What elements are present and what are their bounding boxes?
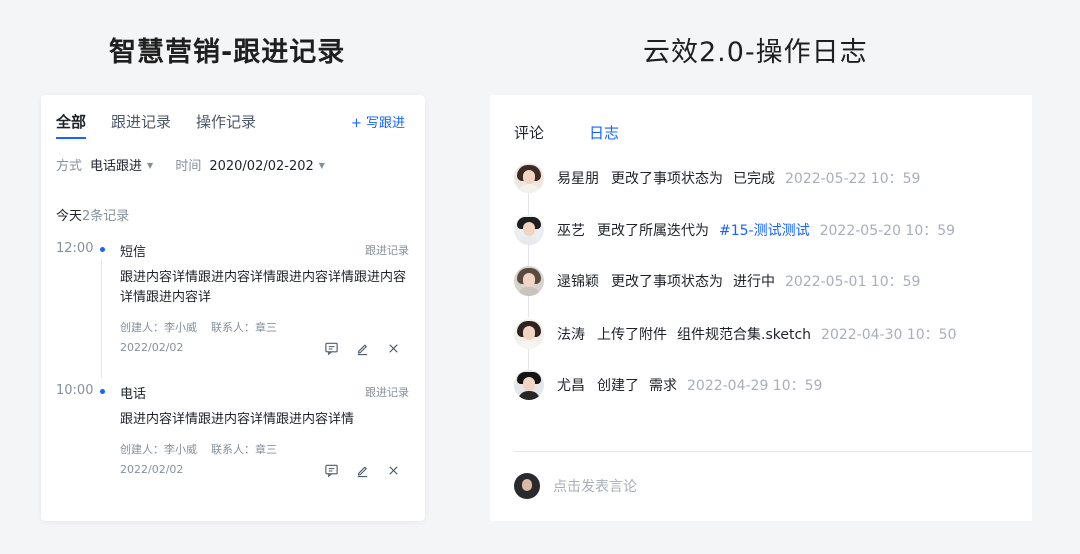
log-item: 逯锦颖 更改了事项状态为 进行中 2022-05-01 10：59 bbox=[514, 266, 920, 296]
entry-contact: 联系人：章三 bbox=[211, 321, 277, 334]
log-item: 法涛 上传了附件 组件规范合集.sketch 2022-04-30 10：50 bbox=[514, 319, 956, 349]
avatar bbox=[514, 319, 544, 349]
log-target: 组件规范合集.sketch bbox=[677, 327, 812, 343]
tab-operation-records[interactable]: 操作记录 bbox=[196, 111, 256, 132]
oplog-tabs: 评论 日志 bbox=[514, 122, 619, 143]
method-select[interactable]: 电话跟进 bbox=[90, 159, 142, 174]
timeline-line bbox=[528, 244, 529, 266]
entry-time: 12:00 bbox=[56, 241, 94, 256]
comment-icon[interactable] bbox=[324, 463, 339, 478]
timeline-line bbox=[528, 193, 529, 215]
entry-date: 2022/02/02 bbox=[120, 341, 184, 354]
caret-down-icon[interactable]: ▼ bbox=[319, 161, 325, 170]
close-icon[interactable] bbox=[386, 463, 401, 478]
filter-bar: 方式 电话跟进 ▼ 时间 2020/02/02-202 ▼ bbox=[56, 155, 325, 174]
log-time: 2022-04-29 10：59 bbox=[687, 378, 823, 394]
entry-kind: 短信 bbox=[120, 245, 147, 260]
avatar bbox=[514, 215, 544, 245]
entry-meta: 创建人：李小威 联系人：章三 bbox=[120, 319, 277, 335]
entry-content: 跟进内容详情跟进内容详情跟进内容详情 bbox=[120, 412, 355, 427]
entry-content: 跟进内容详情跟进内容详情跟进内容详情跟进内容详情跟进内容详 bbox=[120, 270, 407, 305]
followup-card: 全部 跟进记录 操作记录 + 写跟进 方式 电话跟进 ▼ 时间 2020/02/02-… bbox=[41, 95, 425, 521]
log-target: 需求 bbox=[649, 378, 677, 394]
timeline-line bbox=[528, 296, 529, 318]
log-time: 2022-04-30 10：50 bbox=[821, 327, 957, 343]
entry-contact: 联系人：章三 bbox=[211, 443, 277, 456]
log-action: 更改了事项状态为 bbox=[611, 274, 723, 290]
caret-down-icon[interactable]: ▼ bbox=[147, 161, 153, 170]
followup-entry: 12:00 短信 跟进记录 跟进内容详情跟进内容详情跟进内容详情跟进内容详情跟进… bbox=[56, 241, 409, 359]
log-action: 更改了所属迭代为 bbox=[597, 223, 709, 239]
log-action: 上传了附件 bbox=[597, 327, 667, 343]
entry-creator: 创建人：李小威 bbox=[120, 321, 197, 334]
comment-placeholder[interactable]: 点击发表言论 bbox=[553, 476, 637, 496]
comment-icon[interactable] bbox=[324, 341, 339, 356]
log-item: 尤昌 创建了 需求 2022-04-29 10：59 bbox=[514, 370, 822, 400]
avatar bbox=[514, 370, 544, 400]
log-time: 2022-05-20 10：59 bbox=[819, 223, 956, 239]
method-label: 方式 bbox=[56, 159, 83, 174]
entry-kind: 电话 bbox=[120, 387, 147, 402]
entry-tag: 跟进记录 bbox=[365, 386, 409, 399]
log-action: 创建了 bbox=[597, 378, 639, 394]
timeline-dot bbox=[100, 389, 105, 394]
timeline-line bbox=[528, 349, 529, 371]
tab-log[interactable]: 日志 bbox=[589, 122, 619, 143]
log-target: 进行中 bbox=[733, 274, 775, 290]
log-user: 逯锦颖 bbox=[557, 274, 599, 290]
group-header: 今天2条记录 bbox=[56, 205, 129, 224]
tab-comments[interactable]: 评论 bbox=[514, 122, 544, 143]
entry-tag: 跟进记录 bbox=[365, 244, 409, 257]
edit-icon[interactable] bbox=[355, 463, 370, 478]
right-heading: 云效2.0-操作日志 bbox=[643, 37, 868, 68]
log-action: 更改了事项状态为 bbox=[611, 171, 723, 187]
log-user: 尤昌 bbox=[557, 378, 585, 394]
edit-icon[interactable] bbox=[355, 341, 370, 356]
followup-tabs: 全部 跟进记录 操作记录 + 写跟进 bbox=[56, 111, 405, 141]
log-item: 巫艺 更改了所属迭代为 #15-测试测试 2022-05-20 10：59 bbox=[514, 215, 955, 245]
divider bbox=[514, 451, 1032, 452]
avatar bbox=[514, 163, 544, 193]
tab-all[interactable]: 全部 bbox=[56, 111, 86, 132]
entry-actions bbox=[324, 463, 401, 478]
entry-date: 2022/02/02 bbox=[120, 463, 184, 476]
group-label: 今天 bbox=[56, 209, 83, 224]
group-count: 2条记录 bbox=[82, 209, 130, 224]
log-user: 法涛 bbox=[557, 327, 585, 343]
log-time: 2022-05-22 10：59 bbox=[785, 171, 921, 187]
log-target-link[interactable]: #15-测试测试 bbox=[719, 220, 810, 240]
time-range-select[interactable]: 2020/02/02-202 bbox=[209, 159, 313, 174]
active-tab-indicator bbox=[56, 137, 86, 139]
tab-followup-records[interactable]: 跟进记录 bbox=[111, 111, 171, 132]
time-label: 时间 bbox=[175, 159, 202, 174]
log-time: 2022-05-01 10：59 bbox=[785, 274, 921, 290]
avatar bbox=[514, 473, 540, 499]
left-heading: 智慧营销-跟进记录 bbox=[109, 37, 346, 68]
timeline-dot bbox=[100, 247, 105, 252]
comment-input[interactable]: 点击发表言论 bbox=[514, 473, 637, 499]
log-user: 易星朋 bbox=[557, 171, 599, 187]
close-icon[interactable] bbox=[386, 341, 401, 356]
entry-actions bbox=[324, 341, 401, 356]
write-followup-button[interactable]: + 写跟进 bbox=[351, 112, 405, 131]
avatar bbox=[514, 266, 544, 296]
entry-creator: 创建人：李小威 bbox=[120, 443, 197, 456]
log-target: 已完成 bbox=[733, 171, 775, 187]
entry-time: 10:00 bbox=[56, 383, 94, 398]
followup-entry: 10:00 电话 跟进记录 跟进内容详情跟进内容详情跟进内容详情 创建人：李小威… bbox=[56, 383, 409, 483]
entry-meta: 创建人：李小威 联系人：章三 bbox=[120, 441, 277, 457]
oplog-card: 评论 日志 易星朋 更改了事项状态为 已完成 2022-05-22 10：59 巫… bbox=[490, 95, 1032, 521]
log-item: 易星朋 更改了事项状态为 已完成 2022-05-22 10：59 bbox=[514, 163, 920, 193]
log-user: 巫艺 bbox=[557, 223, 585, 239]
